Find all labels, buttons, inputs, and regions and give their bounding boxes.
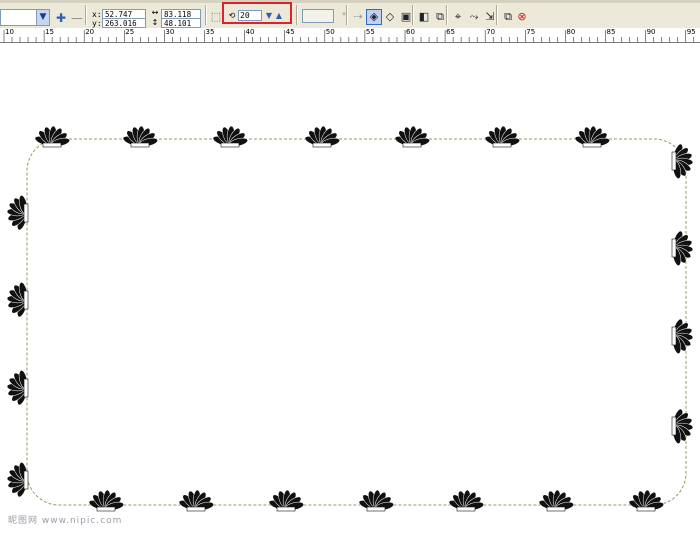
fan-hub	[312, 142, 332, 148]
fan-hub	[402, 142, 422, 148]
fan-hub	[23, 290, 29, 310]
ruler-label: 65	[446, 28, 456, 36]
fan-ornament[interactable]	[212, 125, 249, 148]
fan-hub	[671, 238, 677, 258]
fan-ornament[interactable]	[88, 489, 125, 512]
menu-strip	[0, 0, 700, 3]
fan-ornament[interactable]	[671, 318, 694, 355]
fan-hub	[42, 142, 62, 148]
chevron-down-icon[interactable]: ▼	[36, 10, 49, 25]
height-icon: ↕	[151, 18, 159, 27]
highlight-box	[222, 2, 292, 24]
fan-hub	[96, 506, 116, 512]
fan-hub	[276, 506, 296, 512]
separator	[446, 5, 448, 25]
fan-hub	[23, 470, 29, 490]
watermark: 昵图网 www.nipic.com	[8, 516, 123, 526]
minus-icon[interactable]: —	[70, 11, 84, 25]
fan-ornament[interactable]	[448, 489, 485, 512]
separator	[296, 5, 298, 25]
ruler-label: 85	[606, 28, 616, 36]
ruler-label: 15	[45, 28, 55, 36]
fan-hub	[492, 142, 512, 148]
ruler-label: 45	[285, 28, 295, 36]
ruler-label: 30	[165, 28, 175, 36]
height-field[interactable]: 48.101 mm	[161, 18, 201, 37]
fan-ornament[interactable]	[358, 489, 395, 512]
drawing-canvas[interactable]	[0, 43, 700, 534]
fan-ornament[interactable]	[6, 462, 29, 499]
ruler-label: 60	[406, 28, 415, 36]
ruler-label: 80	[566, 28, 576, 36]
fan-ornament[interactable]	[484, 125, 521, 148]
fan-hub	[671, 151, 677, 171]
fan-hub	[220, 142, 240, 148]
object-color-icon[interactable]: ◧	[416, 9, 432, 25]
separator	[412, 5, 414, 25]
fan-ornament[interactable]	[671, 230, 694, 267]
property-bar: ▼ ✚ — x: y: 52.747 mm 263.016 mm ↔ ↕ 83.…	[0, 0, 700, 37]
blend-acceleration-slider[interactable]	[302, 9, 334, 23]
fan-ornament[interactable]	[6, 370, 29, 407]
separator	[85, 5, 87, 25]
fan-hub	[546, 506, 566, 512]
fan-hub	[23, 378, 29, 398]
fan-ornament[interactable]	[178, 489, 215, 512]
fan-ornament[interactable]	[671, 408, 694, 445]
separator	[346, 5, 348, 25]
ruler-label: 70	[486, 28, 496, 36]
plus-icon[interactable]: ✚	[54, 11, 68, 25]
ruler-label: 40	[245, 28, 255, 36]
y-label: y:	[92, 19, 102, 28]
ruler-label: 20	[85, 28, 95, 36]
fan-hub	[456, 506, 476, 512]
fan-ornament[interactable]	[34, 125, 71, 148]
ruler-label: 50	[325, 28, 335, 36]
preset-combo[interactable]: ▼	[0, 9, 50, 26]
fan-ornament[interactable]	[268, 489, 305, 512]
fan-ornament[interactable]	[6, 195, 29, 232]
fan-ornament[interactable]	[538, 489, 575, 512]
horizontal-ruler: 10 15 20 25 30 35 40 45 50 55 60 65 70 75 80 85 90 95	[0, 28, 700, 43]
ruler-label: 90	[646, 28, 656, 36]
fan-hub	[671, 416, 677, 436]
counter-blend-icon[interactable]: ◇	[382, 9, 398, 25]
fan-ornament[interactable]	[628, 489, 665, 512]
ruler-label: 55	[365, 28, 375, 36]
fan-ornament[interactable]	[574, 125, 611, 148]
ruler-ticks	[3, 30, 695, 42]
blend-path[interactable]	[26, 138, 687, 506]
ruler-label: 35	[205, 28, 215, 36]
fan-hub	[130, 142, 150, 148]
fan-ornament[interactable]	[671, 143, 694, 180]
width-icon: ↔	[151, 8, 159, 17]
fan-ornament[interactable]	[304, 125, 341, 148]
fan-hub	[23, 203, 29, 223]
fan-hub	[186, 506, 206, 512]
fan-ornament[interactable]	[394, 125, 431, 148]
ruler-label: 75	[526, 28, 536, 36]
path-properties-icon[interactable]: ⤳	[466, 9, 482, 25]
separator	[205, 5, 207, 25]
ruler-label: 10	[5, 28, 14, 36]
direct-blend-icon[interactable]: ⇢	[350, 9, 366, 25]
fan-ornament[interactable]	[6, 282, 29, 319]
y-position-field[interactable]: 263.016 mm	[102, 18, 146, 37]
fan-hub	[582, 142, 602, 148]
ruler-label: 95	[686, 28, 696, 36]
separator	[496, 5, 498, 25]
fan-hub	[671, 326, 677, 346]
fan-hub	[366, 506, 386, 512]
x-label: x:	[92, 10, 102, 19]
clockwise-blend-icon[interactable]: ◈	[366, 9, 382, 25]
clear-blend-icon[interactable]: ⊗	[514, 9, 530, 25]
fan-hub	[636, 506, 656, 512]
start-end-icon[interactable]: ⌖	[450, 9, 466, 25]
ruler-label: 25	[125, 28, 135, 36]
fan-ornament[interactable]	[122, 125, 159, 148]
